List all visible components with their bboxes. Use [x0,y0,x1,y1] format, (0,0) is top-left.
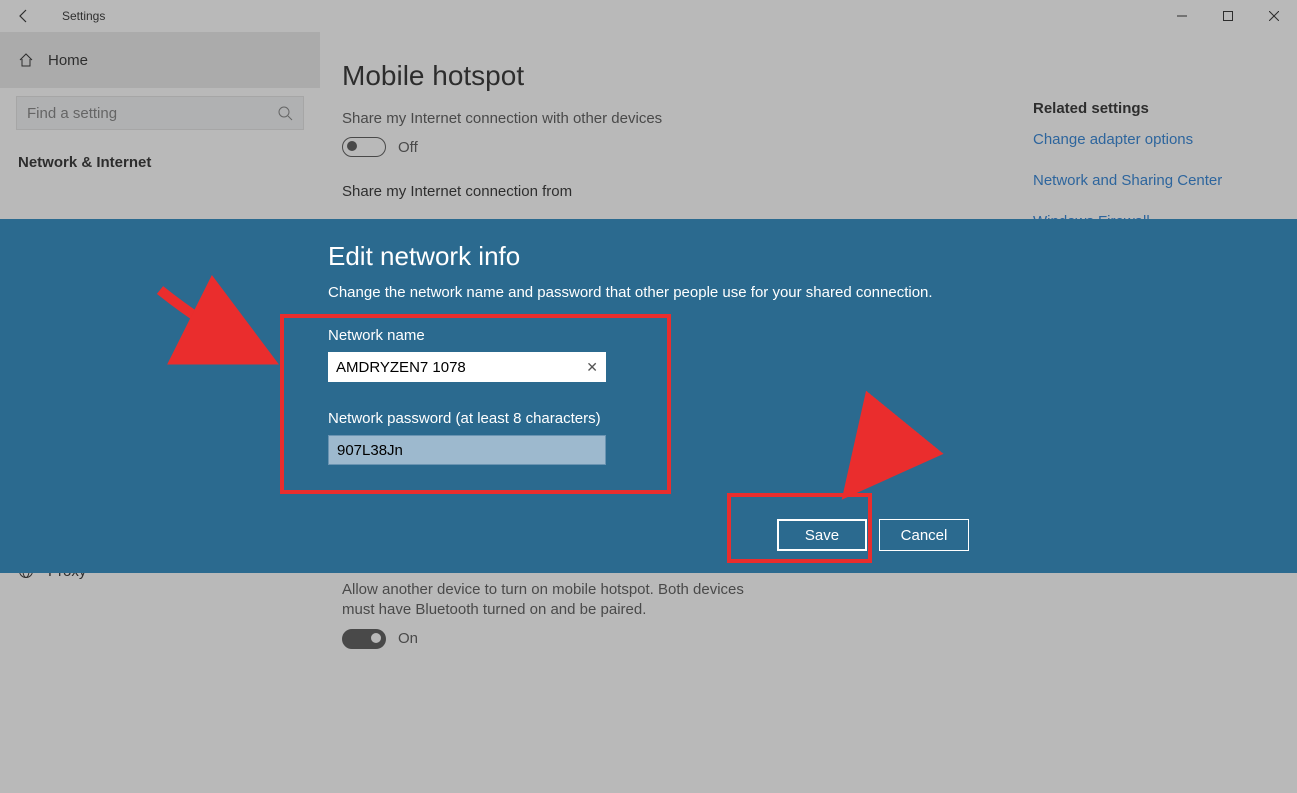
modal-scrim-bottom [0,573,1297,793]
cancel-button[interactable]: Cancel [879,519,969,551]
network-password-label: Network password (at least 8 characters) [328,410,1297,427]
modal-description: Change the network name and password tha… [328,284,1297,301]
network-password-input-wrap [328,435,606,465]
clear-icon[interactable]: ✕ [586,359,598,376]
network-name-label: Network name [328,327,1297,344]
network-password-input[interactable] [337,442,597,459]
edit-network-modal: Edit network info Change the network nam… [0,219,1297,573]
modal-title: Edit network info [328,241,1297,272]
network-name-input[interactable] [336,359,586,376]
modal-scrim-top [0,0,1297,219]
save-button[interactable]: Save [777,519,867,551]
network-name-input-wrap: ✕ [328,352,606,382]
